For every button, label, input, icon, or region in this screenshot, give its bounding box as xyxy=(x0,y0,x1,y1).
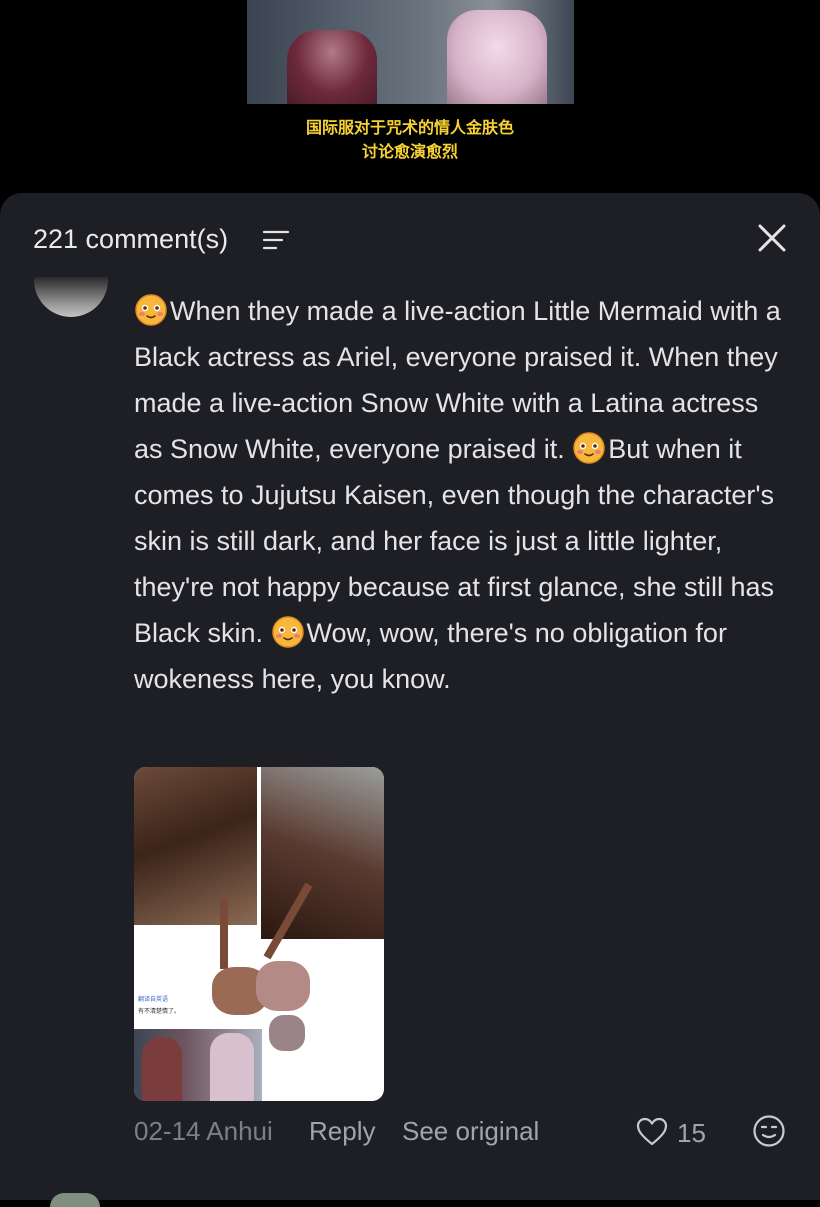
attachment-photo-right xyxy=(261,767,384,939)
blushing-smile-emoji-icon xyxy=(271,616,304,648)
attachment-caption-2: 有不清楚情了。 xyxy=(138,1008,181,1015)
video-frame xyxy=(247,0,574,104)
smiley-face-icon[interactable] xyxy=(752,1114,786,1148)
video-caption-line-2: 讨论愈演愈烈 xyxy=(361,142,458,161)
comments-sheet: 221 comment(s) When they made a live-act… xyxy=(0,193,820,1207)
attachment-caption-1: 翻译自英语 xyxy=(138,996,169,1003)
blushing-smile-emoji-icon xyxy=(573,432,605,464)
attachment-photo-left xyxy=(134,767,257,925)
see-original-button[interactable]: See original xyxy=(402,1113,539,1149)
filter-lines-icon[interactable] xyxy=(262,229,290,251)
character-figure-left xyxy=(287,30,377,104)
like-count: 15 xyxy=(677,1118,706,1148)
video-caption-line-1: 国际服对于咒术的情人金肤色 xyxy=(305,118,514,137)
heart-outline-icon[interactable] xyxy=(636,1117,668,1147)
comment-image-attachment[interactable]: 翻译自英语 有不清楚情了。 xyxy=(134,767,384,1101)
character-figure-right xyxy=(447,10,547,104)
reply-button[interactable]: Reply xyxy=(309,1113,375,1149)
comment-body: When they made a live-action Little Merm… xyxy=(134,288,794,702)
attachment-game-screenshot xyxy=(134,1029,262,1101)
blushing-smile-emoji-icon xyxy=(135,294,167,326)
commenter-avatar[interactable] xyxy=(34,277,108,317)
comment-count: 221 comment(s) xyxy=(33,224,229,254)
comment-text-part-2: But when it comes to Jujutsu Kaisen, eve… xyxy=(134,434,775,648)
comment-date-location: 02-14 Anhui xyxy=(134,1116,273,1146)
next-commenter-avatar[interactable] xyxy=(50,1193,100,1207)
close-icon[interactable] xyxy=(755,221,789,255)
comments-header: 221 comment(s) xyxy=(0,193,820,283)
video-player[interactable]: 国际服对于咒术的情人金肤色 讨论愈演愈烈 xyxy=(0,0,820,200)
